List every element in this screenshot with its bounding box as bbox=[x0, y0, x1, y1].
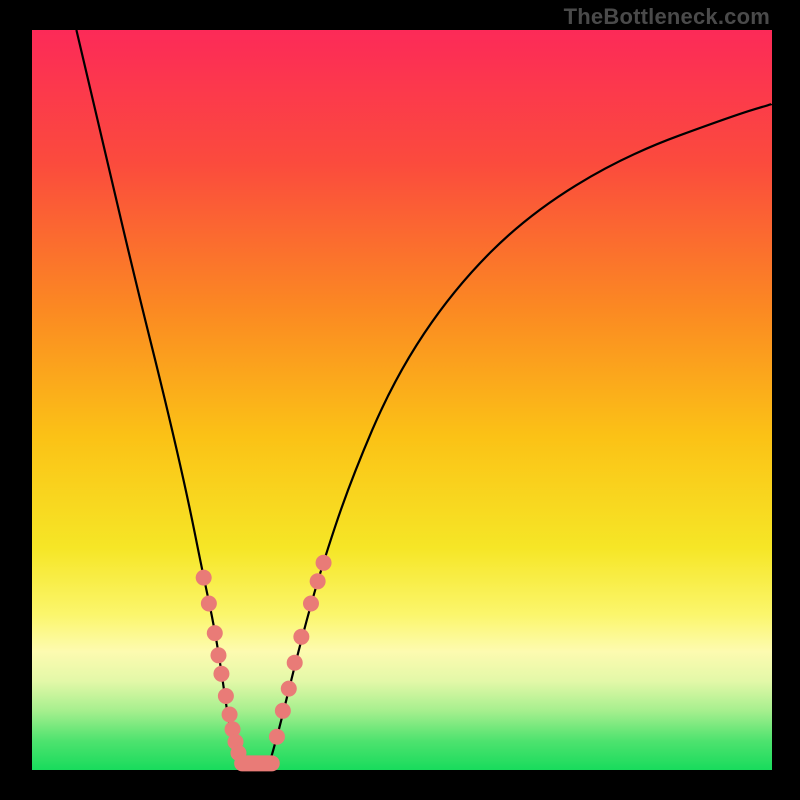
marker-left-6 bbox=[222, 707, 238, 723]
marker-right-3 bbox=[287, 655, 303, 671]
marker-right-7 bbox=[316, 555, 332, 571]
marker-left-5 bbox=[218, 688, 234, 704]
marker-right-1 bbox=[275, 703, 291, 719]
marker-left-0 bbox=[196, 570, 212, 586]
marker-bottom-pill bbox=[234, 755, 280, 771]
marker-right-4 bbox=[293, 629, 309, 645]
curve-svg bbox=[32, 30, 772, 770]
plot-area bbox=[32, 30, 772, 770]
chart-frame: TheBottleneck.com bbox=[0, 0, 800, 800]
marker-right-5 bbox=[303, 596, 319, 612]
curve-right-arm bbox=[269, 104, 772, 766]
marker-left-4 bbox=[213, 666, 229, 682]
marker-right-0 bbox=[269, 729, 285, 745]
watermark-text: TheBottleneck.com bbox=[564, 4, 770, 30]
marker-right-2 bbox=[281, 681, 297, 697]
marker-right-6 bbox=[310, 573, 326, 589]
marker-left-1 bbox=[201, 596, 217, 612]
marker-left-2 bbox=[207, 625, 223, 641]
marker-left-3 bbox=[210, 647, 226, 663]
